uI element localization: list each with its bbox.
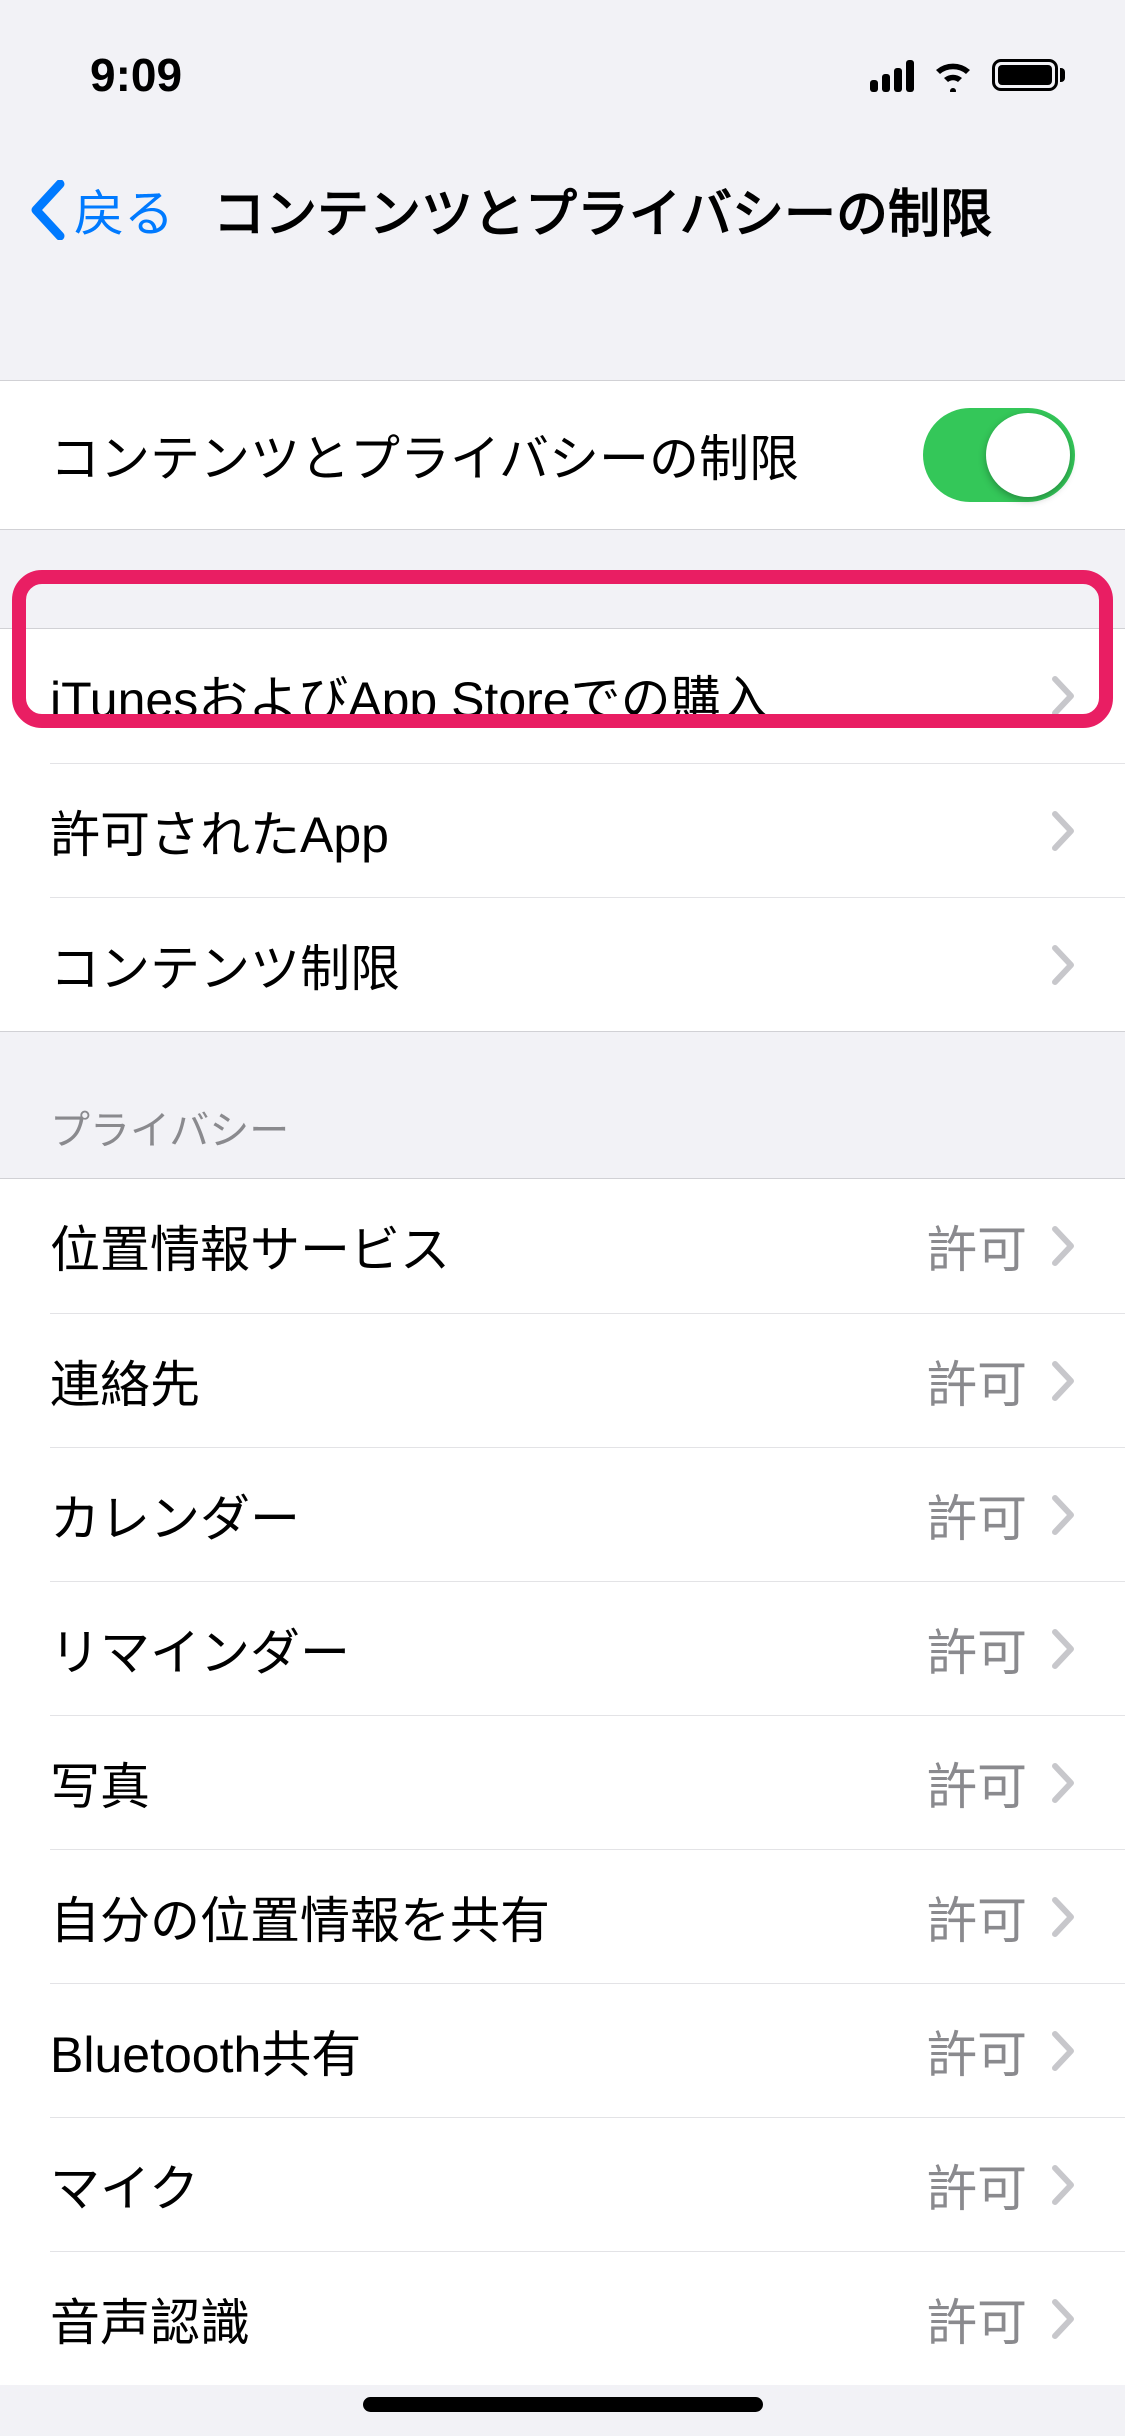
privacy-section-header: プライバシー — [0, 1032, 1125, 1178]
chevron-right-icon — [1051, 2298, 1075, 2340]
chevron-right-icon — [1051, 1762, 1075, 1804]
bluetooth-sharing-cell[interactable]: Bluetooth共有 許可 — [0, 1983, 1125, 2117]
cell-label: コンテンツ制限 — [50, 929, 1051, 1001]
cell-label: カレンダー — [50, 1479, 927, 1551]
content-privacy-toggle-cell[interactable]: コンテンツとプライバシーの制限 — [0, 381, 1125, 529]
navigation-bar: 戻る コンテンツとプライバシーの制限 — [0, 140, 1125, 280]
itunes-purchases-cell[interactable]: iTunesおよびApp Storeでの購入 — [0, 629, 1125, 763]
toggle-switch[interactable] — [923, 408, 1075, 502]
cell-value: 許可 — [927, 1613, 1027, 1685]
chevron-right-icon — [1051, 1360, 1075, 1402]
home-indicator[interactable] — [363, 2397, 763, 2412]
toggle-label: コンテンツとプライバシーの制限 — [50, 419, 923, 491]
back-button[interactable]: 戻る — [20, 174, 174, 246]
cell-label: 連絡先 — [50, 1345, 927, 1417]
content-restrictions-cell[interactable]: コンテンツ制限 — [0, 897, 1125, 1031]
cell-label: 位置情報サービス — [50, 1210, 927, 1282]
location-services-cell[interactable]: 位置情報サービス 許可 — [0, 1179, 1125, 1313]
cell-label: リマインダー — [50, 1613, 927, 1685]
chevron-right-icon — [1051, 675, 1075, 717]
cell-value: 許可 — [927, 1345, 1027, 1417]
chevron-right-icon — [1051, 1628, 1075, 1670]
cell-label: 自分の位置情報を共有 — [50, 1881, 927, 1953]
cell-value: 許可 — [927, 1881, 1027, 1953]
photos-cell[interactable]: 写真 許可 — [0, 1715, 1125, 1849]
battery-icon — [992, 59, 1065, 91]
chevron-right-icon — [1051, 944, 1075, 986]
cell-label: Bluetooth共有 — [50, 2015, 927, 2087]
cell-value: 許可 — [927, 2015, 1027, 2087]
chevron-right-icon — [1051, 1225, 1075, 1267]
cell-label: iTunesおよびApp Storeでの購入 — [50, 660, 1051, 732]
back-label: 戻る — [74, 174, 174, 246]
status-indicators — [870, 48, 1065, 92]
chevron-right-icon — [1051, 1896, 1075, 1938]
restrictions-group: iTunesおよびApp Storeでの購入 許可されたApp コンテンツ制限 — [0, 628, 1125, 1032]
cell-value: 許可 — [927, 2283, 1027, 2355]
chevron-right-icon — [1051, 2030, 1075, 2072]
cell-label: 写真 — [50, 1747, 927, 1819]
privacy-group: 位置情報サービス 許可 連絡先 許可 カレンダー 許可 リマインダー 許可 写真… — [0, 1178, 1125, 2385]
chevron-left-icon — [30, 180, 66, 240]
section-gap — [0, 530, 1125, 628]
microphone-cell[interactable]: マイク 許可 — [0, 2117, 1125, 2251]
cell-label: 音声認識 — [50, 2283, 927, 2355]
cell-value: 許可 — [927, 1210, 1027, 1282]
toggle-group: コンテンツとプライバシーの制限 — [0, 380, 1125, 530]
cellular-signal-icon — [870, 58, 914, 92]
wifi-icon — [930, 58, 976, 92]
status-time: 9:09 — [90, 38, 182, 102]
chevron-right-icon — [1051, 2164, 1075, 2206]
chevron-right-icon — [1051, 810, 1075, 852]
share-location-cell[interactable]: 自分の位置情報を共有 許可 — [0, 1849, 1125, 1983]
cell-value: 許可 — [927, 1747, 1027, 1819]
cell-value: 許可 — [927, 1479, 1027, 1551]
reminders-cell[interactable]: リマインダー 許可 — [0, 1581, 1125, 1715]
cell-label: マイク — [50, 2149, 927, 2221]
section-gap — [0, 280, 1125, 380]
allowed-apps-cell[interactable]: 許可されたApp — [0, 763, 1125, 897]
status-bar: 9:09 — [0, 0, 1125, 140]
cell-value: 許可 — [927, 2149, 1027, 2221]
calendar-cell[interactable]: カレンダー 許可 — [0, 1447, 1125, 1581]
cell-label: 許可されたApp — [50, 795, 1051, 867]
speech-recognition-cell[interactable]: 音声認識 許可 — [0, 2251, 1125, 2385]
chevron-right-icon — [1051, 1494, 1075, 1536]
contacts-cell[interactable]: 連絡先 許可 — [0, 1313, 1125, 1447]
switch-knob — [986, 413, 1070, 497]
